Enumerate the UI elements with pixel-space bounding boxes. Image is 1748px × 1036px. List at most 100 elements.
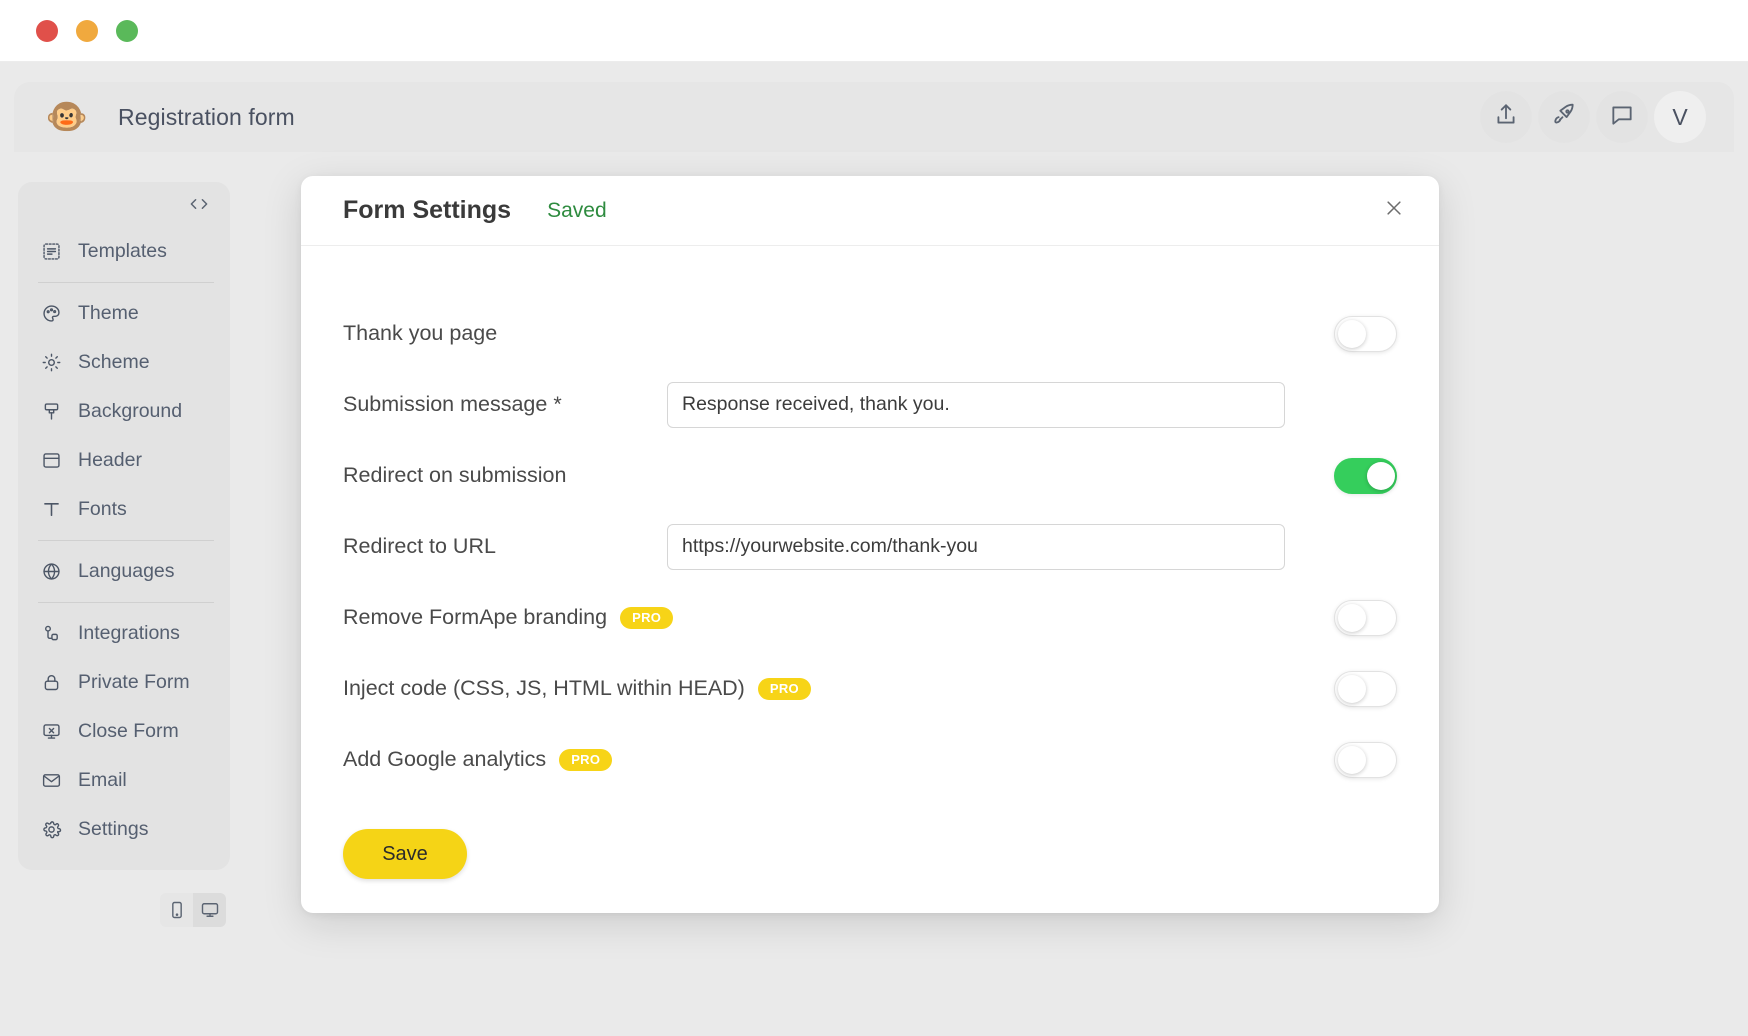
toggle-cell [1334, 670, 1397, 707]
sidebar-item-private-form[interactable]: Private Form [18, 658, 230, 707]
setting-label: Add Google analytics PRO [343, 747, 1334, 772]
setting-toggle[interactable] [1334, 457, 1397, 494]
device-preview-toggle [160, 893, 226, 927]
sun-icon [38, 350, 64, 376]
integrations-icon [38, 621, 64, 647]
sidebar-divider [38, 282, 214, 283]
toggle-knob [1338, 319, 1366, 348]
window-maximize-button[interactable] [116, 19, 138, 42]
setting-toggle[interactable] [1334, 741, 1397, 778]
traffic-lights [36, 19, 138, 42]
sidebar-item-scheme[interactable]: Scheme [18, 338, 230, 387]
sidebar-item-label: Fonts [78, 498, 127, 520]
rocket-icon [1551, 102, 1577, 133]
toggle-cell [1334, 457, 1397, 494]
sidebar-item-label: Background [78, 400, 183, 422]
close-modal-button[interactable] [1377, 194, 1411, 228]
setting-toggle[interactable] [1334, 599, 1397, 636]
toggle-knob [1338, 745, 1366, 774]
save-row: Save [301, 795, 1439, 879]
setting-row: Redirect to URL [343, 511, 1397, 582]
setting-row: Submission message * [343, 369, 1397, 440]
sidebar-item-close-form[interactable]: Close Form [18, 707, 230, 756]
sidebar-item-label: Private Form [78, 671, 190, 693]
setting-row: Inject code (CSS, JS, HTML within HEAD) P… [343, 653, 1397, 724]
window-close-button[interactable] [36, 19, 58, 42]
toggle-cell [1334, 315, 1397, 352]
sidebar-divider [38, 540, 214, 541]
modal-header: Form Settings Saved [301, 176, 1439, 246]
sidebar-item-label: Header [78, 449, 142, 471]
setting-label-text: Thank you page [343, 321, 498, 345]
text-input[interactable] [667, 381, 1285, 428]
share-button[interactable] [1480, 91, 1532, 143]
monkey-logo-icon: 🐵 [45, 98, 89, 136]
avatar-initial: V [1672, 103, 1688, 130]
sidebar-divider [38, 602, 214, 603]
sidebar-item-label: Integrations [78, 622, 180, 644]
comments-button[interactable] [1596, 91, 1648, 143]
form-title: Registration form [118, 103, 295, 130]
toggle-knob [1367, 461, 1395, 490]
mobile-preview-button[interactable] [160, 893, 193, 927]
sidebar-item-settings[interactable]: Settings [18, 805, 230, 854]
globe-icon [38, 559, 64, 585]
setting-label-text: Inject code (CSS, JS, HTML within HEAD) [343, 676, 745, 700]
setting-toggle[interactable] [1334, 670, 1397, 707]
toggle-cell [1334, 599, 1397, 636]
sidebar-item-theme[interactable]: Theme [18, 289, 230, 338]
sidebar-item-label: Templates [78, 240, 167, 262]
setting-row: Remove FormApe branding PRO [343, 582, 1397, 653]
sidebar-item-fonts[interactable]: Fonts [18, 485, 230, 534]
setting-label-text: Add Google analytics [343, 747, 547, 771]
window-minimize-button[interactable] [76, 19, 98, 42]
code-brackets-icon [188, 196, 210, 217]
setting-field [667, 523, 1397, 570]
sidebar-item-background[interactable]: Background [18, 387, 230, 436]
form-settings-modal: Form Settings Saved Thank you page Submis… [301, 176, 1439, 913]
layout-icon [38, 448, 64, 474]
sidebar-item-label: Theme [78, 302, 139, 324]
settings-rows: Thank you page Submission message * Redire… [301, 246, 1439, 795]
save-button[interactable]: Save [343, 829, 467, 879]
left-sidebar: Templates Theme Scheme Background Header Font… [18, 182, 230, 870]
sidebar-item-label: Email [78, 769, 127, 791]
text-input[interactable] [667, 523, 1285, 570]
sidebar-nav: Templates Theme Scheme Background Header Font… [18, 227, 230, 854]
setting-label: Redirect to URL [343, 534, 667, 559]
saved-status: Saved [547, 198, 607, 222]
embed-code-button[interactable] [18, 196, 230, 217]
lock-icon [38, 670, 64, 696]
sidebar-item-label: Scheme [78, 351, 150, 373]
pro-badge[interactable]: PRO [757, 677, 811, 700]
pro-badge[interactable]: PRO [620, 606, 674, 629]
desktop-preview-button[interactable] [193, 893, 226, 927]
setting-label: Submission message * [343, 392, 667, 417]
setting-label: Redirect on submission [343, 463, 1334, 488]
user-avatar[interactable]: V [1654, 91, 1706, 143]
publish-button[interactable] [1538, 91, 1590, 143]
setting-toggle[interactable] [1334, 315, 1397, 352]
close-icon [1384, 198, 1404, 223]
chat-icon [1609, 102, 1635, 133]
window-titlebar [0, 0, 1748, 62]
palette-icon [38, 301, 64, 327]
gear-icon [38, 817, 64, 843]
setting-label-text: Redirect on submission [343, 463, 567, 487]
setting-field [667, 381, 1397, 428]
sidebar-item-templates[interactable]: Templates [18, 227, 230, 276]
sidebar-item-languages[interactable]: Languages [18, 547, 230, 596]
setting-row: Add Google analytics PRO [343, 724, 1397, 795]
setting-label-text: Redirect to URL [343, 534, 496, 558]
sidebar-item-header[interactable]: Header [18, 436, 230, 485]
close-form-icon [38, 719, 64, 745]
text-icon [38, 497, 64, 523]
brush-icon [38, 399, 64, 425]
setting-label: Thank you page [343, 321, 1334, 346]
sidebar-item-integrations[interactable]: Integrations [18, 609, 230, 658]
upload-icon [1493, 102, 1519, 133]
setting-label: Inject code (CSS, JS, HTML within HEAD) P… [343, 676, 1334, 701]
toggle-knob [1338, 603, 1366, 632]
sidebar-item-email[interactable]: Email [18, 756, 230, 805]
pro-badge[interactable]: PRO [559, 748, 613, 771]
